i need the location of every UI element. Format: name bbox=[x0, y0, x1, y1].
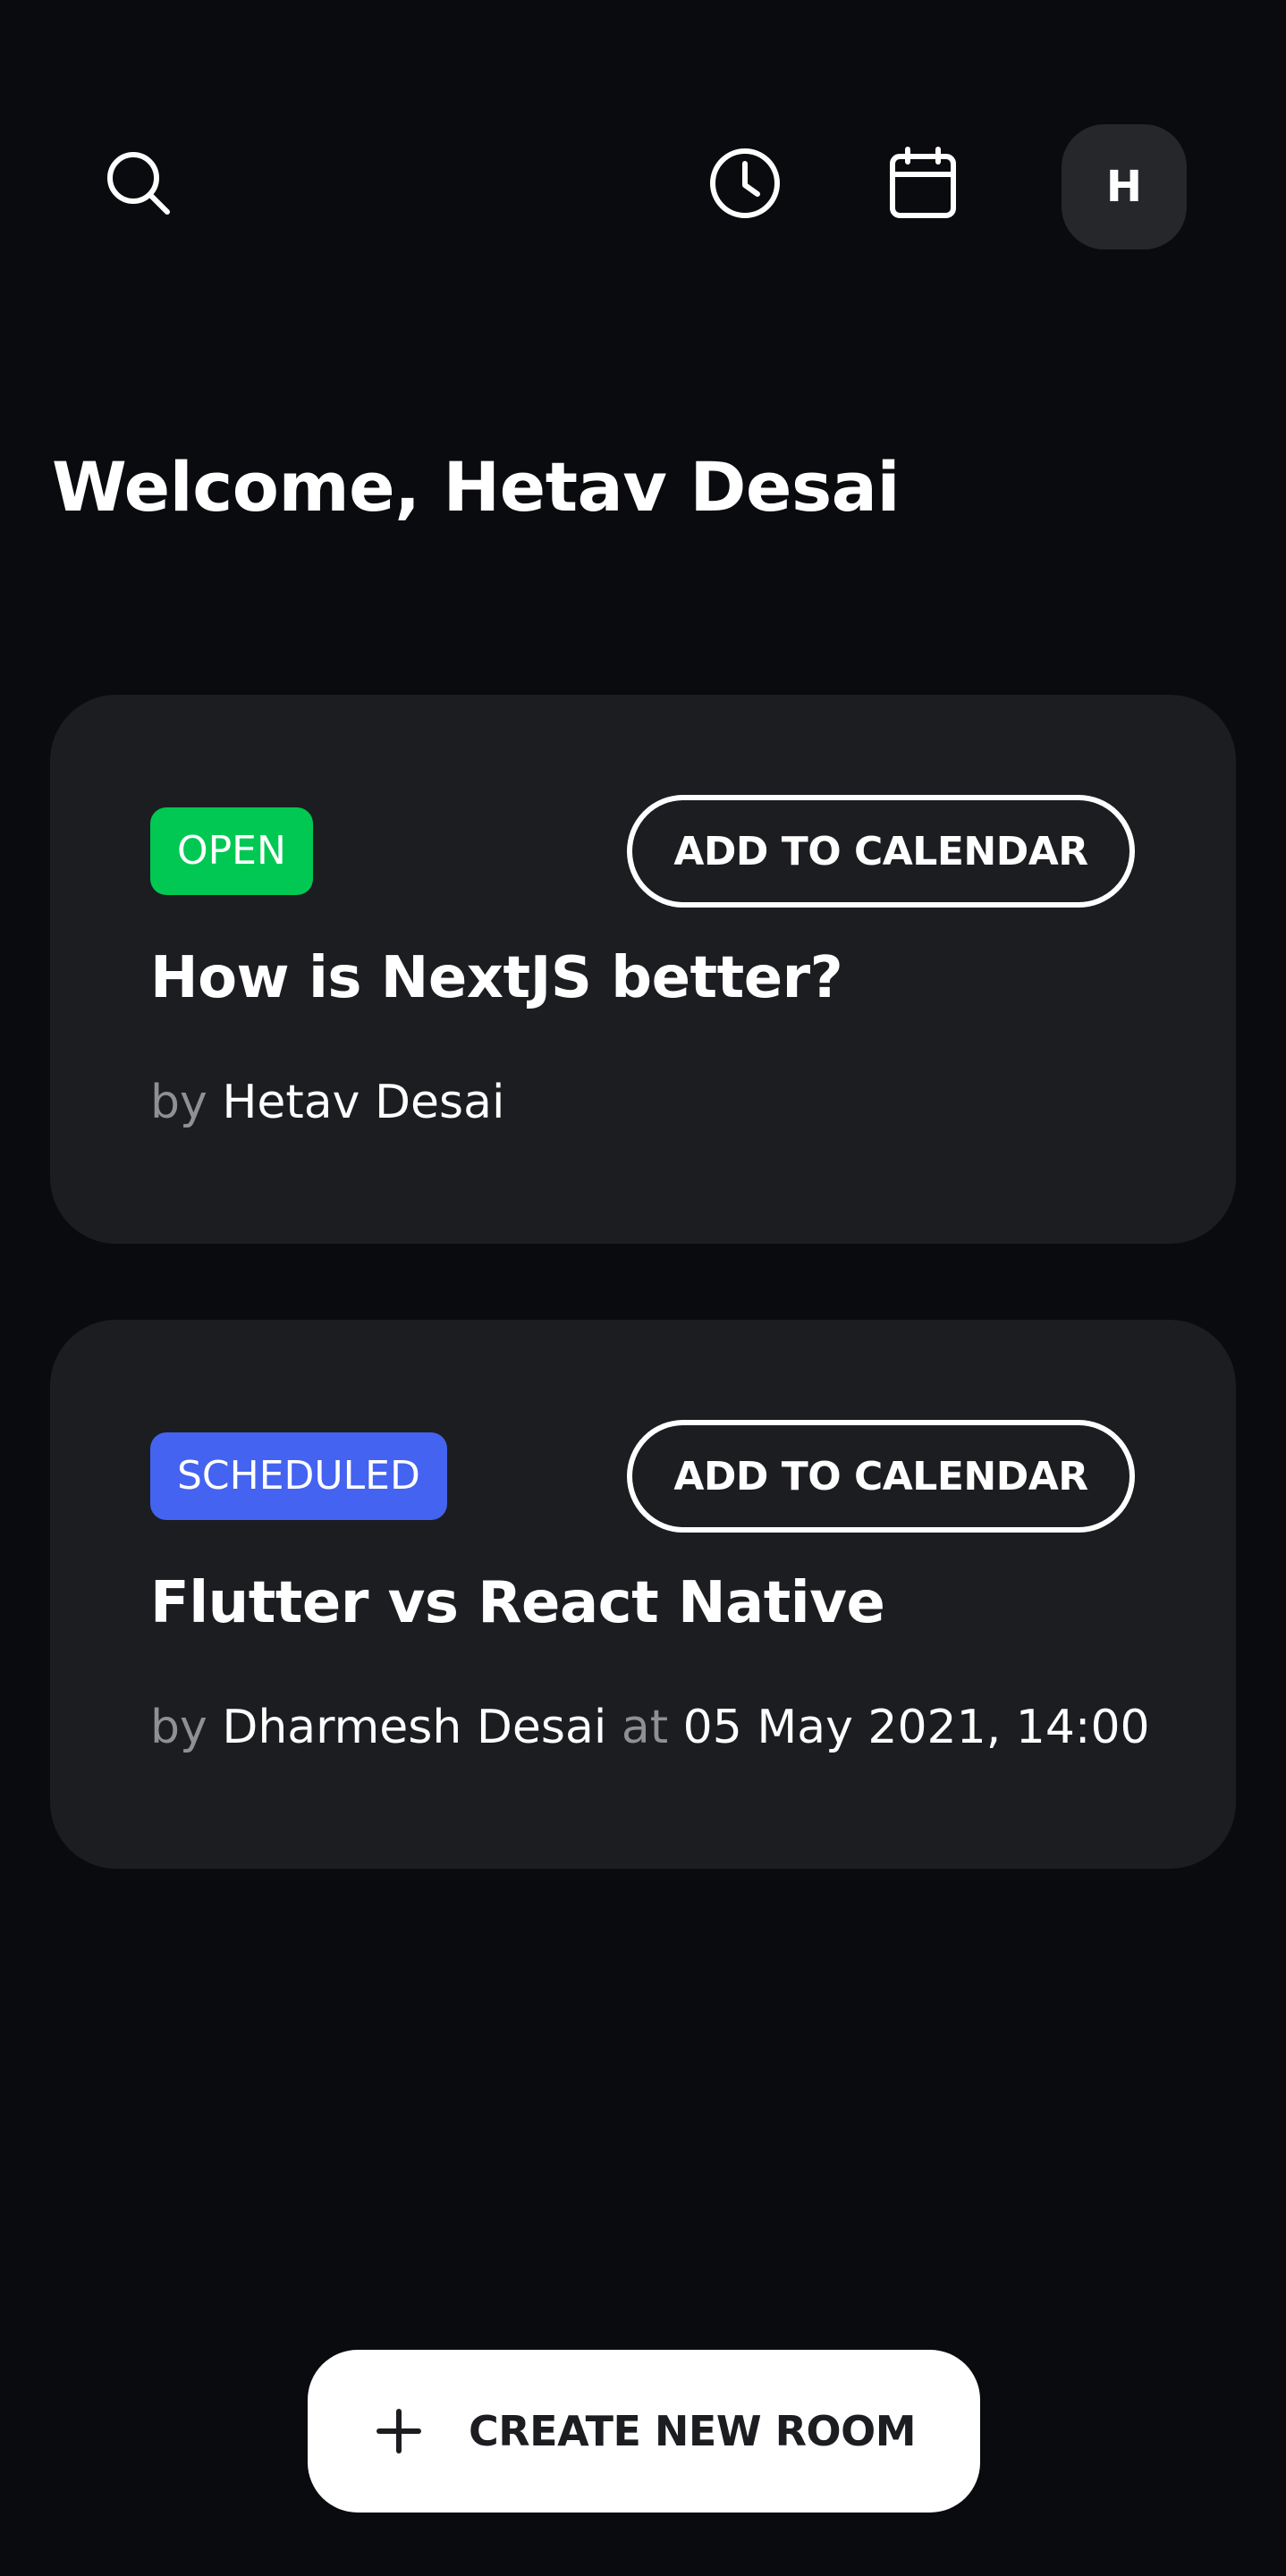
top-bar: H bbox=[0, 0, 1286, 268]
calendar-button[interactable] bbox=[878, 139, 968, 228]
add-to-calendar-button[interactable]: ADD TO CALENDAR bbox=[627, 1420, 1135, 1533]
create-new-room-label: CREATE NEW ROOM bbox=[468, 2407, 917, 2455]
room-author: Hetav Desai bbox=[222, 1076, 505, 1129]
status-badge: OPEN bbox=[150, 807, 313, 895]
at-label: at bbox=[621, 1701, 669, 1754]
by-label: by bbox=[150, 1701, 207, 1754]
room-meta: by Dharmesh Desai at 05 May 2021, 14:00 bbox=[150, 1701, 1150, 1754]
search-button[interactable] bbox=[94, 139, 183, 228]
room-title: Flutter vs React Native bbox=[150, 1570, 885, 1636]
page-title: Welcome, Hetav Desai bbox=[52, 447, 901, 527]
room-card[interactable]: OPEN ADD TO CALENDAR How is NextJS bette… bbox=[50, 695, 1236, 1244]
room-title: How is NextJS better? bbox=[150, 945, 843, 1011]
clock-icon bbox=[710, 148, 780, 218]
history-button[interactable] bbox=[700, 139, 790, 228]
room-author: Dharmesh Desai bbox=[222, 1701, 607, 1754]
plus-icon bbox=[372, 2404, 426, 2458]
calendar-icon bbox=[890, 147, 956, 218]
avatar[interactable]: H bbox=[1062, 124, 1187, 249]
add-to-calendar-button[interactable]: ADD TO CALENDAR bbox=[627, 795, 1135, 908]
create-new-room-button[interactable]: CREATE NEW ROOM bbox=[308, 2350, 980, 2513]
room-meta: by Hetav Desai bbox=[150, 1076, 504, 1129]
status-badge: SCHEDULED bbox=[150, 1432, 447, 1520]
room-card[interactable]: SCHEDULED ADD TO CALENDAR Flutter vs Rea… bbox=[50, 1320, 1236, 1869]
room-datetime: 05 May 2021, 14:00 bbox=[682, 1701, 1150, 1754]
avatar-initial: H bbox=[1105, 162, 1143, 212]
by-label: by bbox=[150, 1076, 207, 1129]
search-icon bbox=[107, 152, 170, 215]
